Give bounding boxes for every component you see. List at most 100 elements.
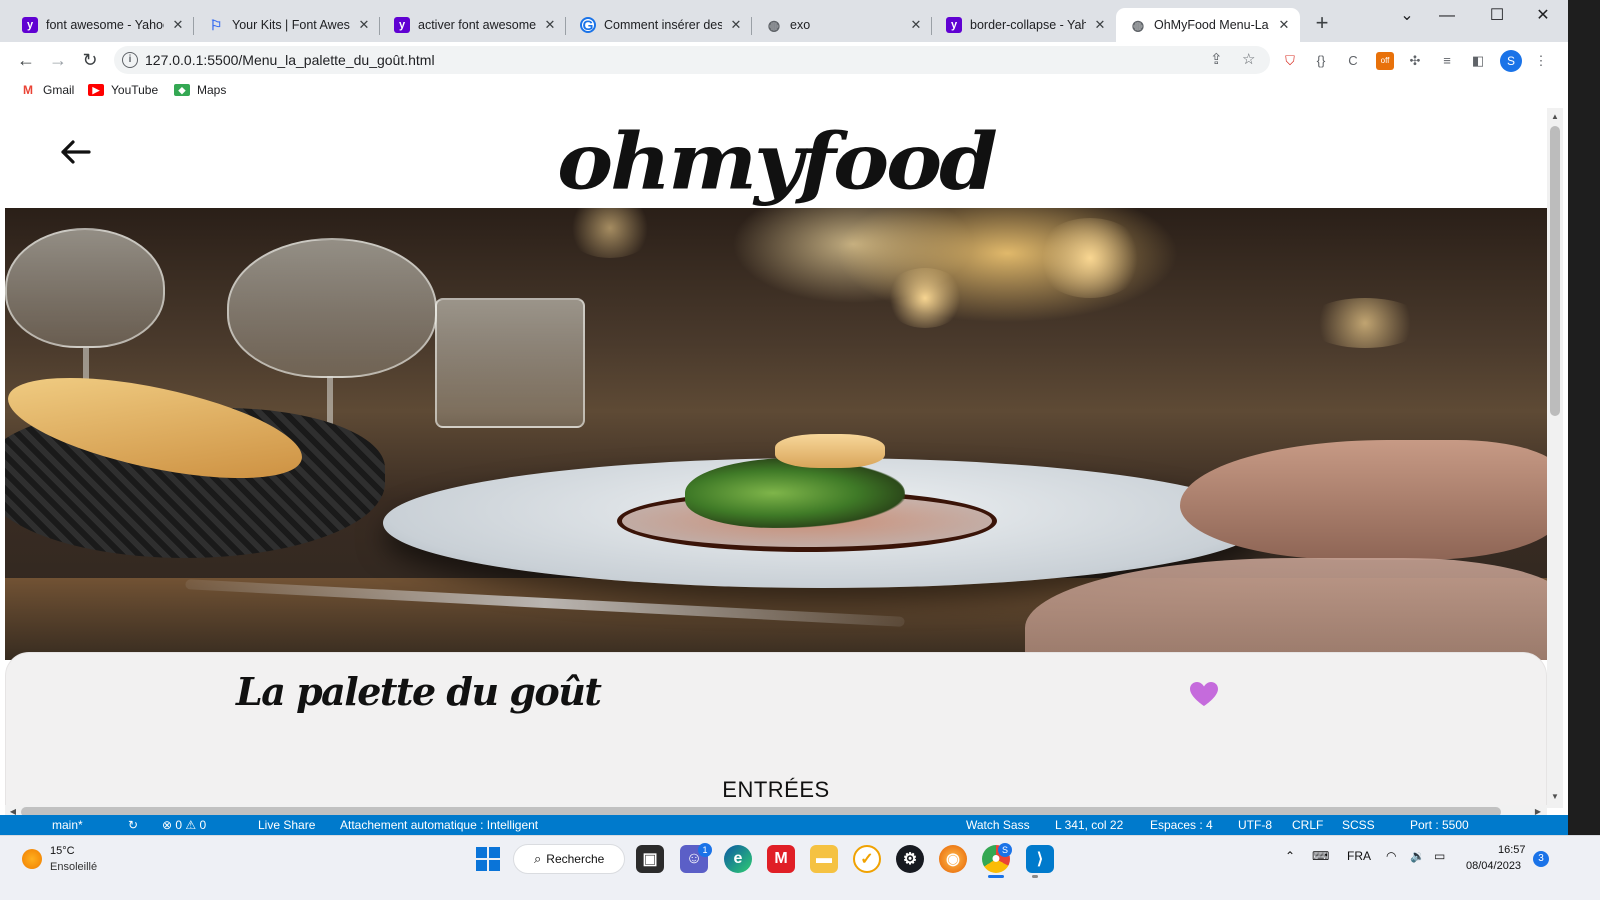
reload-button[interactable]: ↻ xyxy=(78,48,102,72)
input-language[interactable]: FRA xyxy=(1347,849,1371,863)
taskbar-search[interactable]: ⌕ Recherche xyxy=(513,844,625,874)
tab-comment-inserer[interactable]: G Comment insérer des ic ✕ xyxy=(566,8,752,42)
edge-icon[interactable]: e xyxy=(724,845,752,873)
page-viewport: ohmyfood La palette du goût ENTRÉES xyxy=(5,108,1547,808)
close-window-button[interactable]: ✕ xyxy=(1520,4,1566,28)
close-tab-icon[interactable]: ✕ xyxy=(542,17,558,33)
open-app-indicator xyxy=(1032,875,1038,878)
minimize-button[interactable]: — xyxy=(1424,4,1470,28)
volume-icon[interactable]: 🔉 xyxy=(1410,849,1425,863)
search-icon: ⌕ xyxy=(534,851,542,866)
firefox-icon[interactable]: ◉ xyxy=(939,845,967,873)
restaurant-name: La palette du goût xyxy=(236,669,602,714)
clock-time[interactable]: 16:57 xyxy=(1498,844,1526,856)
hero-restaurant-photo xyxy=(5,208,1547,660)
side-panel-icon[interactable]: ◧ xyxy=(1469,52,1487,70)
extension-shield-icon[interactable]: ⛉ xyxy=(1281,52,1299,70)
task-view-icon[interactable]: ▣ xyxy=(636,845,664,873)
tab-title: border-collapse - Yahoo xyxy=(970,18,1086,32)
battery-icon[interactable]: ▭ xyxy=(1434,849,1445,863)
tab-font-awesome-yahoo[interactable]: y font awesome - Yahoo ✕ xyxy=(8,8,194,42)
globe-icon: ◍ xyxy=(1131,16,1145,33)
tab-ohmyfood-menu[interactable]: ◍ OhMyFood Menu-La pa ✕ xyxy=(1116,8,1300,42)
cursor-position[interactable]: L 341, col 22 xyxy=(1055,818,1123,832)
close-tab-icon[interactable]: ✕ xyxy=(908,17,924,33)
new-tab-button[interactable]: + xyxy=(1310,12,1334,36)
windows-start-icon[interactable] xyxy=(474,845,502,873)
steam-icon[interactable]: ⚙ xyxy=(896,845,924,873)
bokeh-light xyxy=(565,208,655,258)
bookmarks-bar: M Gmail ▶ YouTube ◆ Maps xyxy=(0,78,1568,106)
tab-title: OhMyFood Menu-La pa xyxy=(1154,18,1270,32)
show-hidden-icons-chevron-icon[interactable]: ⌃ xyxy=(1285,849,1295,863)
watch-sass[interactable]: Watch Sass xyxy=(966,818,1030,832)
language-mode[interactable]: SCSS xyxy=(1342,818,1375,832)
live-server-port[interactable]: Port : 5500 xyxy=(1410,818,1469,832)
wine-glass xyxy=(5,228,165,348)
vertical-scroll-thumb[interactable] xyxy=(1550,126,1560,416)
tab-title: font awesome - Yahoo xyxy=(46,18,164,32)
live-share[interactable]: Live Share xyxy=(258,818,315,832)
encoding[interactable]: UTF-8 xyxy=(1238,818,1272,832)
tab-title: activer font awesome - xyxy=(418,18,536,32)
chrome-profile-badge: S xyxy=(998,843,1012,857)
notification-badge[interactable]: 3 xyxy=(1533,851,1549,867)
bookmark-youtube[interactable]: ▶ YouTube xyxy=(88,83,158,97)
gmail-icon: M xyxy=(20,84,36,96)
indentation[interactable]: Espaces : 4 xyxy=(1150,818,1213,832)
mcafee-icon[interactable]: M xyxy=(767,845,795,873)
extension-css-icon[interactable]: C xyxy=(1344,52,1362,70)
reading-list-icon[interactable]: ≡ xyxy=(1438,52,1456,70)
close-tab-icon[interactable]: ✕ xyxy=(356,17,372,33)
site-info-icon[interactable]: i xyxy=(122,52,138,68)
tab-border-collapse[interactable]: y border-collapse - Yahoo ✕ xyxy=(932,8,1116,42)
profile-avatar[interactable]: S xyxy=(1500,50,1522,72)
norton-icon[interactable]: ✓ xyxy=(853,845,881,873)
scroll-up-arrow-icon[interactable]: ▲ xyxy=(1550,112,1560,121)
url-text[interactable]: 127.0.0.1:5500/Menu_la_palette_du_goût.h… xyxy=(145,52,435,68)
weather-temperature[interactable]: 15°C xyxy=(50,845,75,857)
file-explorer-icon[interactable]: ▬ xyxy=(810,845,838,873)
address-bar[interactable]: i 127.0.0.1:5500/Menu_la_palette_du_goût… xyxy=(114,46,1270,74)
extension-off-icon[interactable]: off xyxy=(1376,52,1394,70)
forward-button[interactable]: → xyxy=(46,48,70,72)
section-title-entrees: ENTRÉES xyxy=(722,777,830,802)
heart-like-icon[interactable] xyxy=(1189,681,1219,707)
sync-icon[interactable]: ↻ xyxy=(128,818,138,832)
yahoo-icon: y xyxy=(22,17,38,33)
problems-count[interactable]: ⊗ 0 ⚠ 0 xyxy=(162,818,206,832)
close-tab-icon[interactable]: ✕ xyxy=(1092,17,1108,33)
bookmark-star-icon[interactable]: ☆ xyxy=(1242,50,1255,68)
menu-kebab-icon[interactable]: ⋮ xyxy=(1532,52,1550,70)
scroll-down-arrow-icon[interactable]: ▼ xyxy=(1550,792,1560,801)
close-tab-icon[interactable]: ✕ xyxy=(170,17,186,33)
vscode-icon[interactable]: ⟩ xyxy=(1026,845,1054,873)
bookmark-maps[interactable]: ◆ Maps xyxy=(174,83,226,97)
maximize-button[interactable]: ☐ xyxy=(1474,4,1520,28)
close-tab-icon[interactable]: ✕ xyxy=(728,17,744,33)
auto-attach[interactable]: Attachement automatique : Intelligent xyxy=(340,818,538,832)
wifi-icon[interactable]: ◠ xyxy=(1386,849,1396,863)
weather-description[interactable]: Ensoleillé xyxy=(50,861,97,873)
restaurant-card: La palette du goût ENTRÉES xyxy=(5,652,1547,808)
keyboard-icon[interactable]: ⌨ xyxy=(1312,849,1329,863)
site-logo[interactable]: ohmyfood xyxy=(5,117,1547,206)
sun-weather-icon[interactable] xyxy=(22,849,42,869)
active-app-indicator xyxy=(988,875,1004,878)
tab-exo[interactable]: ◍ exo ✕ xyxy=(752,8,932,42)
water-glass xyxy=(435,298,585,428)
back-button[interactable]: ← xyxy=(14,48,38,72)
share-icon[interactable]: ⇪ xyxy=(1210,50,1223,68)
git-branch[interactable]: main* xyxy=(52,818,83,832)
extensions-puzzle-icon[interactable]: ✣ xyxy=(1406,52,1424,70)
salad xyxy=(685,458,905,528)
tab-activer-font-awesome[interactable]: y activer font awesome - ✕ xyxy=(380,8,566,42)
close-tab-icon[interactable]: ✕ xyxy=(1276,17,1292,33)
bookmark-gmail[interactable]: M Gmail xyxy=(20,83,74,97)
youtube-icon: ▶ xyxy=(88,84,104,96)
vertical-scrollbar[interactable]: ▲ ▼ xyxy=(1547,108,1563,808)
tab-your-kits-font-awesome[interactable]: ⚐ Your Kits | Font Awesome ✕ xyxy=(194,8,380,42)
line-ending[interactable]: CRLF xyxy=(1292,818,1323,832)
extension-json-icon[interactable]: {} xyxy=(1312,52,1330,70)
clock-date[interactable]: 08/04/2023 xyxy=(1466,860,1521,872)
